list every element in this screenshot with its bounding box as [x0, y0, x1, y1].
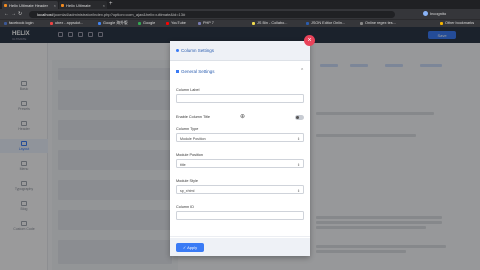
incognito-icon[interactable] — [423, 11, 428, 16]
column-id-input[interactable] — [176, 211, 304, 220]
chevron-up-icon[interactable]: ⌃ — [300, 68, 304, 74]
module-style-select[interactable]: sp_xhtml ⇕ — [176, 185, 304, 194]
close-tab-icon[interactable]: × — [103, 3, 105, 8]
apply-button[interactable]: ✓ Apply — [176, 243, 204, 252]
column-settings-modal: Column Settings × General Settings ⌃ Col… — [170, 35, 315, 256]
column-type-select[interactable]: Module Position ⇕ — [176, 133, 304, 142]
bookmark-favicon-icon — [50, 22, 53, 26]
forward-icon[interactable]: → — [11, 11, 16, 17]
bookmark-item[interactable]: Google 海外版 — [98, 21, 128, 26]
column-label-input[interactable] — [176, 94, 304, 103]
column-label-label: Column Label — [176, 88, 200, 92]
joomla-favicon-icon — [4, 3, 7, 7]
browser-tab-bar: Helix Ultimate Header × Helix Ultimate ×… — [0, 0, 480, 9]
bookmark-favicon-icon — [138, 22, 141, 26]
bookmark-favicon-icon — [360, 22, 363, 26]
bookmark-item[interactable]: PHP 7 — [198, 21, 214, 26]
chevron-down-icon: ⇕ — [297, 162, 300, 167]
general-settings-section: General Settings ⌃ Column Label Enable C… — [170, 62, 310, 237]
bookmarks-bar: facebook login ubex - appsdot... Google … — [0, 19, 480, 27]
browser-tab[interactable]: Helix Ultimate × — [59, 1, 107, 9]
address-input[interactable]: localhost/joomla4/administrator/index.ph… — [29, 10, 395, 18]
other-bookmarks[interactable]: Other bookmarks — [440, 21, 474, 26]
module-position-label: Module Position — [176, 153, 204, 157]
settings-icon — [176, 49, 179, 52]
bookmark-favicon-icon — [98, 22, 101, 26]
bookmark-favicon-icon — [198, 22, 201, 26]
module-position-select[interactable]: title ⇕ — [176, 159, 304, 168]
bookmark-item[interactable]: ubex - appsdot... — [50, 21, 83, 26]
youtube-icon — [166, 22, 169, 26]
close-tab-icon[interactable]: × — [54, 3, 56, 8]
column-type-label: Column Type — [176, 127, 199, 131]
cog-icon — [176, 70, 179, 73]
bookmark-item[interactable]: JSON Editor Onlin... — [306, 21, 345, 26]
bookmark-favicon-icon — [252, 22, 255, 26]
section-header[interactable]: General Settings — [176, 69, 215, 74]
bookmark-item[interactable]: Online regex tes... — [360, 21, 396, 26]
bookmark-item[interactable]: YouTube — [166, 21, 186, 26]
joomla-favicon-icon — [61, 3, 64, 7]
bookmark-item[interactable]: facebook login — [4, 21, 34, 26]
url-bar: ← → ↻ localhost/joomla4/administrator/in… — [0, 9, 480, 19]
bookmark-favicon-icon — [306, 22, 309, 26]
incognito-label: Incognito — [430, 11, 447, 16]
column-id-label: Column ID — [176, 205, 194, 209]
back-icon[interactable]: ← — [4, 11, 9, 17]
modal-title: Column Settings — [181, 48, 215, 53]
folder-icon — [440, 22, 443, 26]
pointer-cursor-icon: ⊕ — [240, 114, 246, 120]
enable-column-title-label: Enable Column Title — [176, 115, 210, 119]
browser-tab-active[interactable]: Helix Ultimate Header × — [2, 1, 58, 9]
enable-column-title-toggle[interactable] — [295, 115, 304, 120]
chevron-down-icon: ⇕ — [297, 188, 300, 193]
modal-header: Column Settings — [170, 41, 310, 61]
bookmark-item[interactable]: JS Bin - Collabo... — [252, 21, 287, 26]
chevron-down-icon: ⇕ — [297, 136, 300, 141]
module-style-label: Module Style — [176, 179, 198, 183]
close-icon[interactable]: × — [304, 35, 315, 46]
reload-icon[interactable]: ↻ — [18, 11, 22, 17]
bookmark-item[interactable]: Google — [138, 21, 155, 26]
bookmark-favicon-icon — [4, 22, 7, 26]
new-tab-icon[interactable]: + — [109, 1, 113, 7]
